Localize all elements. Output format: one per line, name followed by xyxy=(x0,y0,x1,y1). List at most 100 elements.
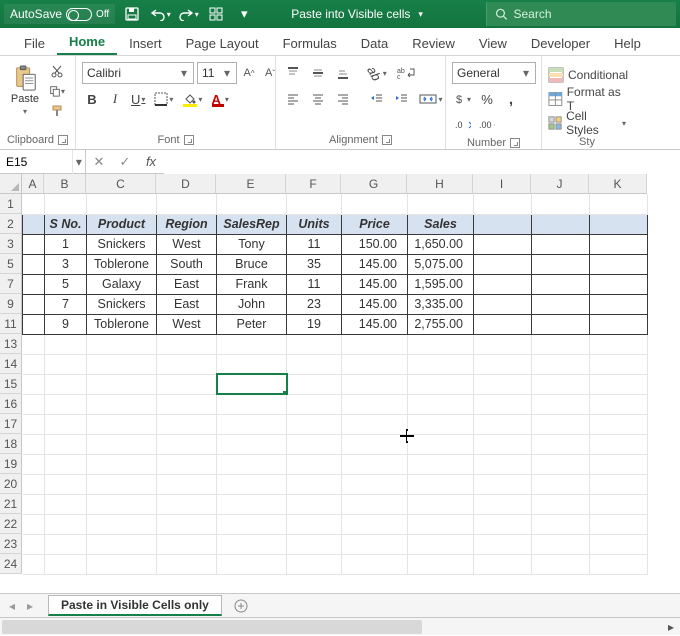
cell[interactable]: 23 xyxy=(287,294,342,314)
horizontal-scrollbar[interactable]: ▸ xyxy=(0,617,680,635)
cell[interactable] xyxy=(590,214,648,234)
cell[interactable] xyxy=(408,554,474,574)
cell[interactable] xyxy=(532,194,590,214)
conditional-formatting-button[interactable]: Conditional xyxy=(548,64,628,86)
cell[interactable] xyxy=(217,334,287,354)
cell[interactable] xyxy=(408,514,474,534)
cell[interactable] xyxy=(474,394,532,414)
cell[interactable] xyxy=(287,354,342,374)
cell[interactable] xyxy=(532,234,590,254)
cell[interactable] xyxy=(474,434,532,454)
cell[interactable] xyxy=(342,514,408,534)
search-box[interactable] xyxy=(486,2,676,26)
cell[interactable] xyxy=(342,534,408,554)
cell[interactable] xyxy=(474,214,532,234)
cell[interactable] xyxy=(532,554,590,574)
cell[interactable] xyxy=(532,214,590,234)
tab-review[interactable]: Review xyxy=(400,31,467,55)
align-top-button[interactable] xyxy=(282,62,304,84)
column-headers[interactable]: A B C D E F G H I J K xyxy=(22,174,647,194)
cell[interactable] xyxy=(157,394,217,414)
cell[interactable] xyxy=(23,234,45,254)
cell[interactable] xyxy=(532,254,590,274)
row-headers[interactable]: 12357911131415161718192021222324 xyxy=(0,194,22,575)
cell[interactable] xyxy=(23,514,45,534)
increase-decimal-button[interactable]: .0 xyxy=(452,114,474,136)
cell[interactable] xyxy=(474,294,532,314)
cell[interactable] xyxy=(590,434,648,454)
cell[interactable] xyxy=(45,394,87,414)
cell[interactable] xyxy=(217,534,287,554)
cell[interactable]: Galaxy xyxy=(87,274,157,294)
cell[interactable] xyxy=(87,194,157,214)
font-name-combo[interactable]: Calibri▾ xyxy=(82,62,194,84)
cell[interactable] xyxy=(45,454,87,474)
cell[interactable] xyxy=(532,314,590,334)
cell[interactable] xyxy=(87,334,157,354)
cell[interactable] xyxy=(474,454,532,474)
chevron-down-icon[interactable]: ▾ xyxy=(72,150,85,174)
cell[interactable] xyxy=(474,534,532,554)
number-format-combo[interactable]: General▾ xyxy=(452,62,536,84)
cell[interactable] xyxy=(287,494,342,514)
cell[interactable] xyxy=(590,374,648,394)
cell[interactable] xyxy=(87,454,157,474)
name-box[interactable]: ▾ xyxy=(0,150,86,174)
cell[interactable] xyxy=(590,534,648,554)
cell[interactable]: 145.00 xyxy=(342,254,408,274)
cell[interactable]: Units xyxy=(287,214,342,234)
col-header[interactable]: C xyxy=(86,174,156,194)
row-header[interactable]: 1 xyxy=(0,194,22,214)
cell[interactable] xyxy=(590,294,648,314)
cell[interactable] xyxy=(474,514,532,534)
cell[interactable] xyxy=(408,434,474,454)
tab-page-layout[interactable]: Page Layout xyxy=(174,31,271,55)
cell[interactable]: 145.00 xyxy=(342,314,408,334)
cell[interactable] xyxy=(23,374,45,394)
cell[interactable]: Toblerone xyxy=(87,254,157,274)
cell[interactable]: West xyxy=(157,314,217,334)
cell[interactable] xyxy=(590,354,648,374)
cell[interactable] xyxy=(87,554,157,574)
row-header[interactable]: 16 xyxy=(0,394,22,414)
cell[interactable] xyxy=(45,514,87,534)
align-center-button[interactable] xyxy=(307,88,329,110)
cell[interactable] xyxy=(157,454,217,474)
row-header[interactable]: 2 xyxy=(0,214,22,234)
tab-formulas[interactable]: Formulas xyxy=(271,31,349,55)
cell[interactable] xyxy=(287,414,342,434)
cell[interactable] xyxy=(157,474,217,494)
cell[interactable] xyxy=(45,494,87,514)
cell[interactable] xyxy=(157,334,217,354)
cell[interactable] xyxy=(474,354,532,374)
accounting-format-button[interactable]: $▾ xyxy=(452,88,474,110)
cell[interactable] xyxy=(287,374,342,394)
cell[interactable]: 19 xyxy=(287,314,342,334)
cell[interactable] xyxy=(287,454,342,474)
cell[interactable]: 5,075.00 xyxy=(408,254,474,274)
search-input[interactable] xyxy=(514,7,669,21)
cell[interactable] xyxy=(590,514,648,534)
cell[interactable]: Snickers xyxy=(87,234,157,254)
underline-button[interactable]: U▾ xyxy=(128,88,148,110)
cell[interactable] xyxy=(342,354,408,374)
autosave-toggle[interactable]: AutoSave Off xyxy=(4,4,115,24)
cell[interactable] xyxy=(590,394,648,414)
cell[interactable] xyxy=(532,274,590,294)
cell[interactable] xyxy=(23,434,45,454)
cell[interactable] xyxy=(45,334,87,354)
filename-dd-icon[interactable]: ▾ xyxy=(418,9,423,20)
cell[interactable] xyxy=(408,494,474,514)
cell[interactable] xyxy=(157,514,217,534)
col-header[interactable]: K xyxy=(589,174,647,194)
cell[interactable] xyxy=(45,354,87,374)
dialog-launcher-icon[interactable] xyxy=(510,138,520,148)
row-header[interactable]: 21 xyxy=(0,494,22,514)
cell[interactable] xyxy=(157,434,217,454)
cell[interactable] xyxy=(23,194,45,214)
cell[interactable] xyxy=(87,354,157,374)
wrap-text-button[interactable]: abc xyxy=(391,62,421,84)
row-header[interactable]: 9 xyxy=(0,294,22,314)
cell[interactable]: East xyxy=(157,274,217,294)
cancel-formula-button[interactable]: ✕ xyxy=(86,150,112,174)
